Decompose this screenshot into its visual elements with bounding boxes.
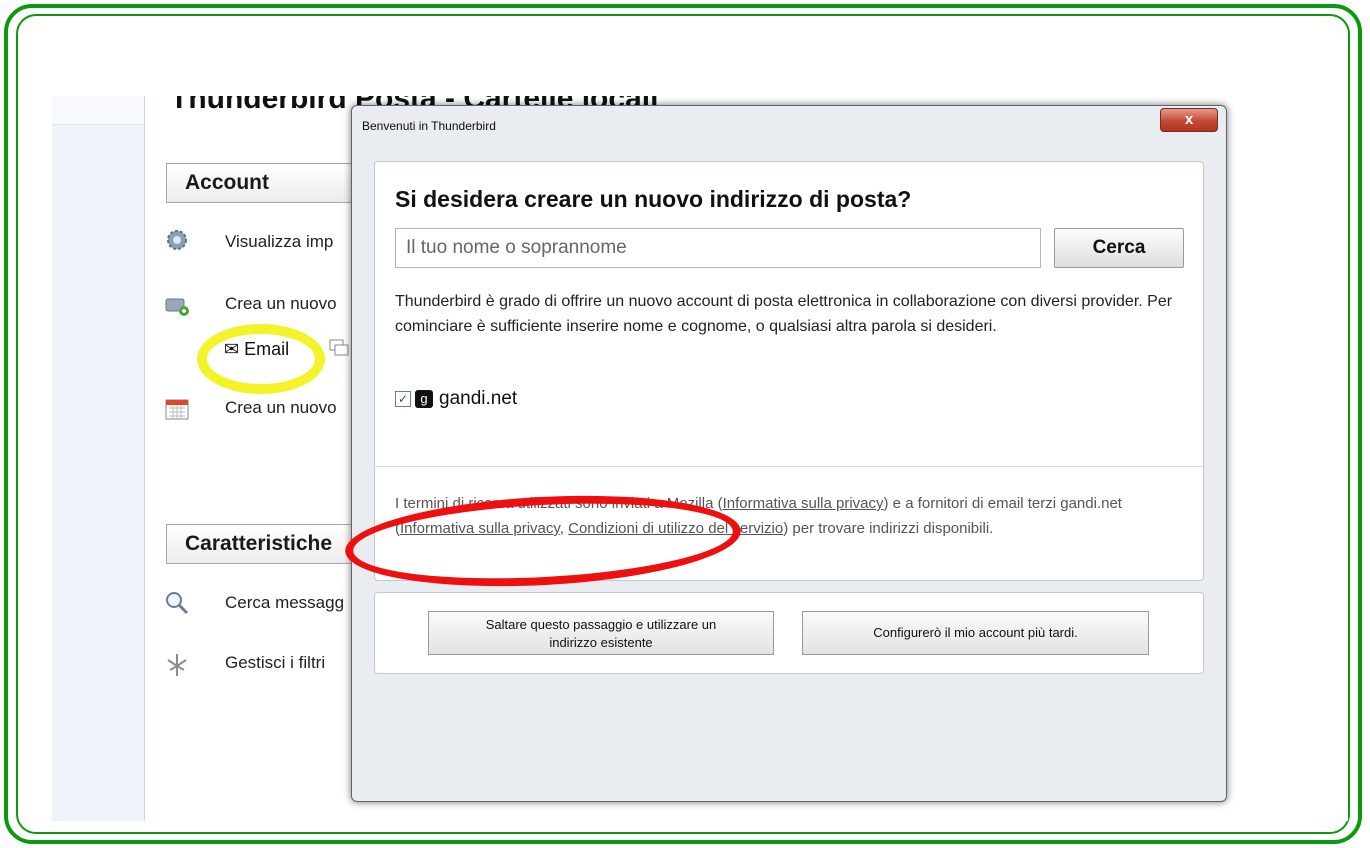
skip-use-existing-button[interactable]: Saltare questo passaggio e utilizzare un… <box>428 611 774 655</box>
folder-pane-header <box>52 96 144 125</box>
gear-icon <box>167 230 187 250</box>
configure-later-button[interactable]: Configurerò il mio account più tardi. <box>802 611 1149 655</box>
panel-divider <box>375 466 1203 467</box>
privacy-link-mozilla[interactable]: Informativa sulla privacy <box>723 495 884 512</box>
filter-icon <box>167 654 187 676</box>
manage-filters-link[interactable]: Gestisci i filtri <box>225 653 325 673</box>
provider-option[interactable]: ✓ g gandi.net <box>395 388 517 410</box>
dialog-title: Benvenuti in Thunderbird <box>362 119 496 133</box>
new-account-icon <box>165 298 189 316</box>
create-account-link[interactable]: Crea un nuovo <box>225 294 337 314</box>
action-panel: Saltare questo passaggio e utilizzare un… <box>374 592 1204 674</box>
name-search-input[interactable]: Il tuo nome o soprannome <box>395 228 1041 268</box>
create-calendar-link[interactable]: Crea un nuovo <box>225 398 337 418</box>
dialog-description: Thunderbird è grado di offrire un nuovo … <box>395 293 1173 335</box>
dialog-heading: Si desidera creare un nuovo indirizzo di… <box>395 186 912 212</box>
provider-name: gandi.net <box>439 388 518 409</box>
chat-icon[interactable] <box>328 337 350 359</box>
welcome-dialog: Benvenuti in Thunderbird x Si desidera c… <box>351 105 1227 802</box>
account-settings-link[interactable]: Visualizza imp <box>225 232 333 252</box>
calendar-icon <box>165 399 189 420</box>
envelope-icon: ✉ <box>224 339 240 359</box>
gandi-logo-icon: g <box>415 389 433 408</box>
search-button[interactable]: Cerca <box>1054 228 1184 268</box>
folder-pane <box>52 96 145 821</box>
search-icon <box>166 592 189 615</box>
search-messages-link[interactable]: Cerca messagg <box>225 593 344 613</box>
screenshot-area: Thunderbird Posta - Cartelle locali Acco… <box>52 96 1348 821</box>
close-button[interactable]: x <box>1160 108 1218 132</box>
provider-checkbox[interactable]: ✓ <box>395 390 411 407</box>
email-link[interactable]: ✉ Email <box>224 339 289 360</box>
